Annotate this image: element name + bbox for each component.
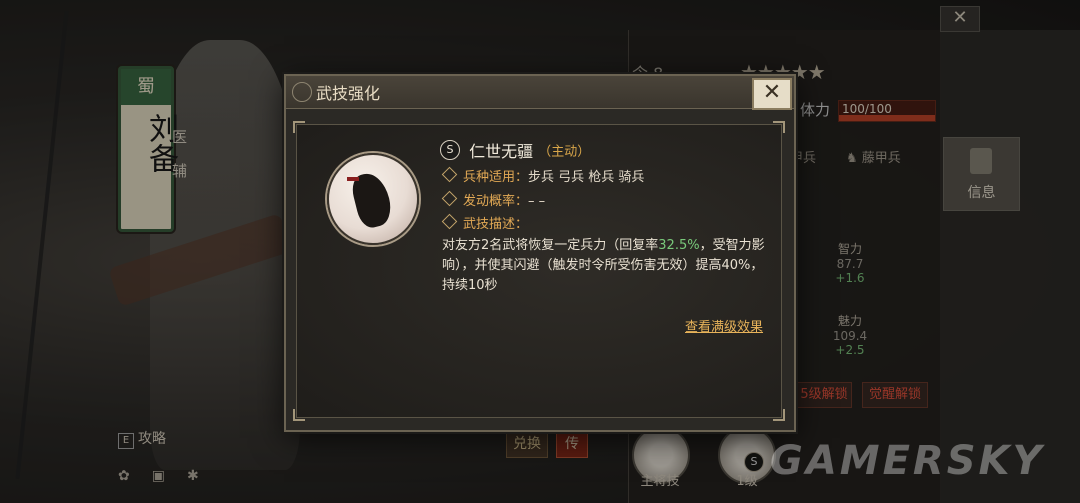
dialog-close-button[interactable]: ✕	[752, 78, 792, 110]
recovery-rate: 32.5%	[658, 238, 700, 253]
s-rank-badge: S	[440, 140, 460, 160]
corner-ornament	[293, 409, 305, 421]
corner-ornament	[773, 409, 785, 421]
troop-type-label: 兵种适用：	[463, 170, 529, 185]
dialog-header: 武技强化 ✕	[286, 76, 794, 110]
corner-ornament	[293, 121, 305, 133]
dialog-title: 武技强化	[316, 84, 381, 103]
diamond-bullet-icon	[441, 166, 458, 183]
corner-ornament	[773, 121, 785, 133]
skill-desc-row: 武技描述：	[441, 213, 529, 232]
skill-type: （主动）	[538, 144, 591, 160]
diamond-bullet-icon	[441, 213, 458, 230]
skill-enhance-dialog: 武技强化 ✕ S 仁世无疆 （主动） 兵种适用：步兵 弓兵 枪兵 骑兵 发动概率…	[284, 74, 796, 432]
trigger-chance-label: 发动概率：	[463, 194, 529, 209]
skill-name: 仁世无疆	[469, 142, 534, 161]
skill-description: 对友方2名武将恢复一定兵力（回复率32.5%，受智力影响），并使其闪避（触发时令…	[442, 236, 772, 296]
skill-desc-label: 武技描述：	[463, 217, 529, 232]
trigger-chance-row: 发动概率：– –	[441, 190, 546, 209]
view-max-level-link[interactable]: 查看满级效果	[685, 316, 763, 335]
watermark: GAMERSKY	[770, 438, 1045, 484]
troop-type-value: 步兵 弓兵 枪兵 骑兵	[528, 170, 645, 185]
diamond-bullet-icon	[441, 190, 458, 207]
trigger-chance-value: – –	[528, 194, 546, 209]
skill-icon	[327, 153, 419, 245]
desc-text-1: 对友方2名武将恢复一定兵力（回复率	[442, 238, 659, 253]
seal-icon	[292, 82, 312, 102]
ink-splash-icon	[347, 177, 359, 181]
troop-type-row: 兵种适用：步兵 弓兵 枪兵 骑兵	[441, 166, 645, 185]
skill-header: S 仁世无疆 （主动）	[440, 138, 590, 162]
